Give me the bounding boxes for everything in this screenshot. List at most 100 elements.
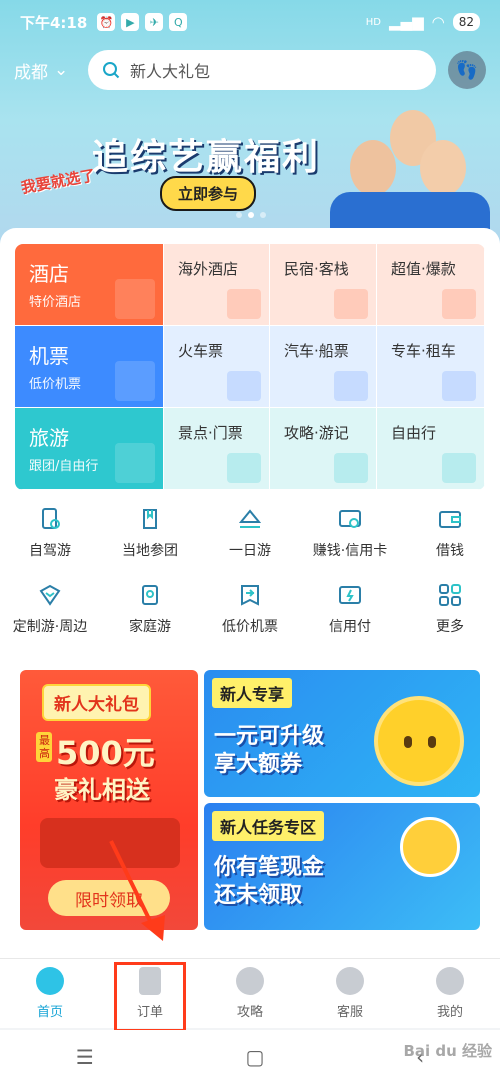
- banner-costume: [330, 192, 490, 230]
- gift-subtitle: 豪礼相送: [54, 776, 150, 804]
- app-icon: ✈: [145, 13, 164, 31]
- bus-ship-tile[interactable]: 汽车·船票: [270, 326, 377, 408]
- task-tag: 新人任务专区: [212, 811, 325, 841]
- tab-guides[interactable]: 攻略: [200, 959, 300, 1028]
- credit-card-item[interactable]: 赚钱·信用卡: [300, 506, 400, 582]
- new-user-task-card[interactable]: 新人任务专区 你有笔现金 还未领取: [204, 803, 480, 930]
- more-item[interactable]: 更多: [400, 582, 500, 658]
- credit-card-icon: [339, 510, 361, 528]
- train-icon: [227, 371, 261, 401]
- search-row: 成都 ⌄ 新人大礼包 👣: [0, 48, 500, 92]
- plane-ticket-icon: [241, 585, 259, 606]
- footprint-button[interactable]: 👣: [448, 51, 486, 89]
- building-icon: [442, 289, 476, 319]
- search-input[interactable]: 新人大礼包: [88, 50, 436, 90]
- wallet-icon: [439, 511, 461, 528]
- family-tour-icon: [142, 585, 158, 605]
- promo-banner[interactable]: 我要就选了 追综艺赢福利 立即参与: [0, 100, 500, 230]
- home-mascot-icon: [36, 967, 64, 995]
- annotation-highlight-box: [114, 962, 186, 1032]
- free-travel-tile[interactable]: 自由行: [377, 408, 485, 490]
- book-icon: [334, 453, 368, 483]
- footprint-icon: 👣: [455, 59, 479, 81]
- plane-icon: [115, 361, 155, 401]
- family-tour-item[interactable]: 家庭游: [100, 582, 200, 658]
- status-bar: 下午4:18 ⏰ ▶ ✈ Q HD ▂▄▆ ◠ 82: [0, 0, 500, 44]
- promo-section: 新人大礼包 最高 500元 豪礼相送 限时领取 新人专享 一元可升级 享大额券 …: [20, 670, 480, 930]
- status-time: 下午4:18: [20, 13, 88, 32]
- menu-icon[interactable]: ☰: [76, 1045, 94, 1069]
- banner-title: 追综艺赢福利: [92, 137, 321, 178]
- battery-indicator: 82: [452, 13, 480, 31]
- task-line2: 还未领取: [214, 883, 303, 908]
- tab-service[interactable]: 客服: [300, 959, 400, 1028]
- local-tour-icon: [143, 509, 157, 529]
- exclusive-line2: 享大额券: [214, 752, 303, 777]
- new-user-exclusive-card[interactable]: 新人专享 一元可升级 享大额券: [204, 670, 480, 797]
- banner-pager: [236, 212, 266, 218]
- location-pin-icon: [236, 967, 264, 995]
- landmark-icon: [115, 443, 155, 483]
- house-icon: [334, 289, 368, 319]
- service-grid: 酒店 特价酒店 海外酒店 民宿·客栈 超值·爆款 机票 低价机票 火车票 汽车·…: [15, 244, 485, 490]
- watermark: Bai du 经验: [403, 1042, 492, 1060]
- bottom-tab-bar: 首页 订单 攻略 客服 我的: [0, 958, 500, 1028]
- tab-me[interactable]: 我的: [400, 959, 500, 1028]
- city-label: 成都: [14, 62, 48, 83]
- search-placeholder: 新人大礼包: [130, 62, 211, 81]
- suitcase-icon: [442, 453, 476, 483]
- alarm-icon: ⏰: [97, 13, 116, 31]
- quick-icons: 自驾游 当地参团 一日游 赚钱·信用卡 借钱 定制游·周边 家庭游 低价机票 信…: [0, 506, 500, 658]
- cheap-flight-item[interactable]: 低价机票: [200, 582, 300, 658]
- car-rental-tile[interactable]: 专车·租车: [377, 326, 485, 408]
- gift-amount: 500元: [56, 734, 155, 772]
- deals-tile[interactable]: 超值·爆款: [377, 244, 485, 326]
- custom-tour-item[interactable]: 定制游·周边: [0, 582, 100, 658]
- q-app-icon: Q: [169, 13, 188, 31]
- wifi-icon: ◠: [431, 13, 445, 31]
- chevron-down-icon: ⌄: [54, 60, 69, 80]
- self-drive-item[interactable]: 自驾游: [0, 506, 100, 582]
- grid-icon: [439, 584, 461, 606]
- local-tour-item[interactable]: 当地参团: [100, 506, 200, 582]
- bus-icon: [334, 371, 368, 401]
- coin-mascot-icon: [374, 696, 464, 786]
- banner-person: [350, 140, 396, 196]
- building-icon: [227, 289, 261, 319]
- customer-service-icon: [336, 967, 364, 995]
- custom-tour-icon: [39, 584, 61, 606]
- building-icon: [115, 279, 155, 319]
- day-tour-item[interactable]: 一日游: [200, 506, 300, 582]
- flight-tile[interactable]: 机票 低价机票: [15, 326, 164, 408]
- exclusive-tag: 新人专享: [212, 678, 293, 708]
- hotel-tile[interactable]: 酒店 特价酒店: [15, 244, 164, 326]
- borrow-item[interactable]: 借钱: [400, 506, 500, 582]
- annotation-arrow-icon: [109, 840, 165, 941]
- credit-pay-item[interactable]: 信用付: [300, 582, 400, 658]
- guides-tile[interactable]: 攻略·游记: [270, 408, 377, 490]
- banner-person: [420, 140, 466, 196]
- max-badge: 最高: [36, 732, 52, 762]
- signal-icon: ▂▄▆: [389, 13, 424, 31]
- play-icon: ▶: [121, 13, 140, 31]
- ticket-icon: [227, 453, 261, 483]
- network-label: HD: [365, 16, 382, 28]
- attractions-tile[interactable]: 景点·门票: [164, 408, 270, 490]
- car-icon: [442, 371, 476, 401]
- city-selector[interactable]: 成都 ⌄: [14, 58, 88, 83]
- homestay-tile[interactable]: 民宿·客栈: [270, 244, 377, 326]
- travel-tile[interactable]: 旅游 跟团/自由行: [15, 408, 164, 490]
- profile-icon: [436, 967, 464, 995]
- search-icon: [103, 62, 120, 79]
- gift-tag: 新人大礼包: [42, 684, 151, 721]
- tab-home[interactable]: 首页: [0, 959, 100, 1028]
- self-drive-icon: [42, 508, 60, 529]
- train-tile[interactable]: 火车票: [164, 326, 270, 408]
- overseas-hotel-tile[interactable]: 海外酒店: [164, 244, 270, 326]
- credit-pay-icon: [339, 586, 361, 604]
- home-icon[interactable]: ▢: [246, 1045, 265, 1069]
- banner-cta-button[interactable]: 立即参与: [160, 176, 257, 211]
- day-tour-icon: [238, 509, 262, 528]
- main-card: 酒店 特价酒店 海外酒店 民宿·客栈 超值·爆款 机票 低价机票 火车票 汽车·…: [0, 228, 500, 968]
- coin-hand-icon: [400, 817, 460, 877]
